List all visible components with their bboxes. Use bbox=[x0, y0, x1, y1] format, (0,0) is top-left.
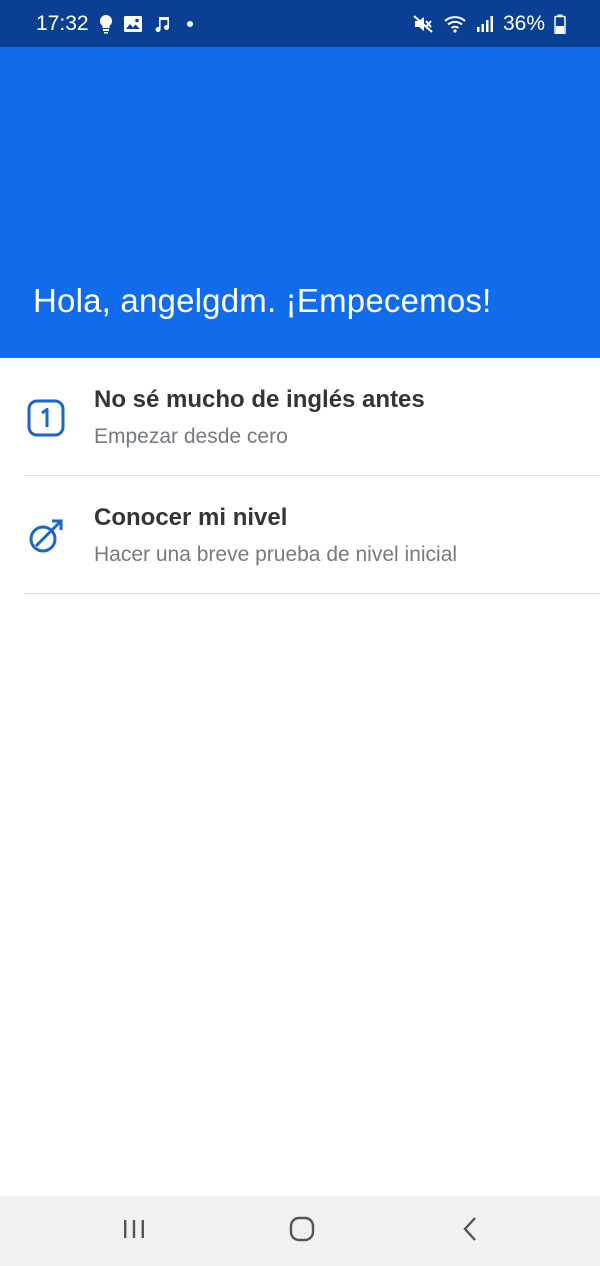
status-left: 17:32 bbox=[36, 12, 193, 36]
back-icon bbox=[462, 1216, 478, 1247]
status-right: 36% bbox=[412, 12, 566, 36]
home-button[interactable] bbox=[282, 1211, 322, 1251]
lightbulb-icon bbox=[99, 14, 113, 34]
option-title: No sé mucho de inglés antes bbox=[94, 386, 425, 413]
header: Hola, angelgdm. ¡Empecemos! bbox=[0, 47, 600, 358]
option-subtitle: Hacer una breve prueba de nivel inicial bbox=[94, 543, 458, 566]
status-bar: 17:32 36% bbox=[0, 0, 600, 47]
mute-icon bbox=[412, 14, 434, 34]
level-test-icon bbox=[26, 516, 66, 556]
recent-apps-button[interactable] bbox=[114, 1211, 154, 1251]
option-level-test[interactable]: Conocer mi nivel Hacer una breve prueba … bbox=[24, 476, 600, 594]
page-title: Hola, angelgdm. ¡Empecemos! bbox=[33, 282, 492, 319]
battery-icon bbox=[554, 14, 566, 34]
back-button[interactable] bbox=[450, 1211, 490, 1251]
number-one-icon bbox=[26, 398, 66, 438]
home-icon bbox=[289, 1216, 315, 1247]
option-title: Conocer mi nivel bbox=[94, 504, 288, 531]
status-time: 17:32 bbox=[36, 11, 89, 35]
dot-icon bbox=[186, 20, 193, 27]
signal-icon bbox=[476, 15, 494, 33]
nav-bar bbox=[0, 1196, 600, 1266]
option-list: No sé mucho de inglés antes Empezar desd… bbox=[0, 358, 600, 594]
wifi-icon bbox=[443, 14, 467, 34]
image-icon bbox=[123, 15, 143, 33]
battery-text: 36% bbox=[502, 11, 545, 35]
music-note-icon bbox=[153, 15, 171, 33]
option-subtitle: Empezar desde cero bbox=[94, 425, 288, 448]
recent-apps-icon bbox=[122, 1218, 146, 1245]
option-start-from-scratch[interactable]: No sé mucho de inglés antes Empezar desd… bbox=[24, 358, 600, 476]
screen: 17:32 36% Hola, angelgdm. ¡Empecemos! No… bbox=[0, 0, 600, 1266]
